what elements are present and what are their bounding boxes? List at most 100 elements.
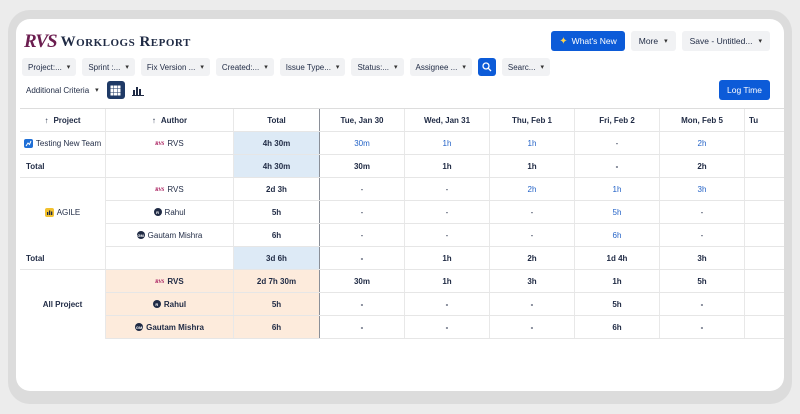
day-cell: - <box>490 224 575 246</box>
day-cell <box>745 155 775 177</box>
avatar: R <box>153 208 162 216</box>
day-cell: - <box>660 224 745 246</box>
day-cell[interactable]: 6h <box>575 224 660 246</box>
filter-fix-version[interactable]: Fix Version ... ▾ <box>140 58 210 76</box>
table-row-total: Total 4h 30m 30m 1h 1h - 2h <box>20 155 784 178</box>
filter-label: Status:... <box>357 62 390 72</box>
table-row: ʀᴠs RVS 2d 7h 30m 30m 1h 3h 1h 5h <box>20 270 784 293</box>
more-button[interactable]: More ▾ <box>630 31 676 51</box>
sort-arrow-icon: ↑ <box>44 115 49 125</box>
search-placeholder: Searc... <box>507 62 536 72</box>
day-cell <box>745 201 775 223</box>
column-header-project[interactable]: ↑ Project <box>20 109 106 131</box>
table-row: GM Gautam Mishra 6h - - - 6h - <box>20 224 784 247</box>
project-cell[interactable]: Testing New Team <box>20 132 106 154</box>
filter-project[interactable]: Project:... ▾ <box>22 58 77 76</box>
column-header-author[interactable]: ↑ Author <box>106 109 234 131</box>
day-cell[interactable]: 1h <box>575 178 660 200</box>
filter-assignee[interactable]: Assignee ... ▾ <box>409 58 472 76</box>
search-input[interactable]: Searc... ▾ <box>501 58 550 76</box>
column-header-total: Total <box>234 109 320 131</box>
save-label: Save - Untitled... <box>689 36 753 46</box>
chevron-down-icon: ▾ <box>125 64 129 71</box>
chevron-down-icon: ▾ <box>462 64 466 71</box>
rvs-logo-icon: ʀᴠs <box>155 185 165 193</box>
day-cell: - <box>320 247 405 269</box>
day-cell: 1h <box>405 155 490 177</box>
whats-new-button[interactable]: ✦ What's New <box>551 31 625 51</box>
rvs-logo-icon: ʀᴠs <box>155 139 165 147</box>
filter-issue-type[interactable]: Issue Type... ▾ <box>279 58 346 76</box>
chevron-down-icon: ▾ <box>664 38 668 45</box>
search-button[interactable] <box>477 58 496 76</box>
criteria-label: Additional Criteria <box>26 85 90 95</box>
day-cell: 1h <box>575 270 660 292</box>
author-cell <box>106 247 234 269</box>
day-cell: - <box>405 178 490 200</box>
day-cell[interactable]: 30m <box>320 132 405 154</box>
day-cell: - <box>660 316 745 338</box>
day-cell: - <box>660 293 745 315</box>
author-cell <box>106 155 234 177</box>
filter-status[interactable]: Status:... ▾ <box>351 58 404 76</box>
grid-view-button[interactable] <box>106 81 125 99</box>
table-header-row: ↑ Project ↑ Author Total Tue, Jan 30 Wed, … <box>20 109 784 132</box>
save-button[interactable]: Save - Untitled... ▾ <box>681 31 770 51</box>
total-cell: 2d 7h 30m <box>234 270 320 292</box>
filter-sprint[interactable]: Sprint :... ▾ <box>82 58 135 76</box>
author-name: RVS <box>167 184 184 194</box>
day-cell: 3h <box>660 247 745 269</box>
day-cell[interactable]: 5h <box>575 201 660 223</box>
column-header-day: Mon, Feb 5 <box>660 109 745 131</box>
day-cell: - <box>405 293 490 315</box>
column-header-day: Tu <box>749 115 759 125</box>
project-name: Testing New Team <box>35 138 102 148</box>
chevron-down-icon: ▾ <box>95 87 99 94</box>
filter-label: Created:... <box>221 62 260 72</box>
author-name: RVS <box>167 138 184 148</box>
filter-label: Issue Type... <box>285 62 331 72</box>
additional-criteria-dropdown[interactable]: Additional Criteria ▾ <box>22 82 103 99</box>
day-cell[interactable]: 1h <box>405 132 490 154</box>
total-cell: 3d 6h <box>234 247 320 269</box>
total-cell: 6h <box>234 316 320 338</box>
project-icon <box>23 138 33 148</box>
all-project-group: All Project ʀᴠs RVS 2d 7h 30m 30m 1h 3h 1… <box>20 270 784 339</box>
day-cell[interactable]: 3h <box>660 178 745 200</box>
search-icon <box>482 62 492 72</box>
sparkle-icon: ✦ <box>559 35 568 47</box>
author-cell: GM Gautam Mishra <box>106 224 234 246</box>
day-cell: 5h <box>660 270 745 292</box>
author-cell: R Rahul <box>106 201 234 223</box>
total-label: Total <box>20 155 106 177</box>
day-cell[interactable]: 2h <box>660 132 745 154</box>
chart-view-button[interactable] <box>129 81 147 99</box>
day-cell <box>745 132 775 154</box>
log-time-button[interactable]: Log Time <box>719 80 770 100</box>
bar-chart-icon <box>131 86 144 96</box>
header-label: Author <box>160 115 188 125</box>
total-label: Total <box>20 247 106 269</box>
total-cell: 5h <box>234 201 320 223</box>
app-header: RVS Worklogs Report <box>24 30 191 54</box>
filter-created[interactable]: Created:... ▾ <box>215 58 274 76</box>
project-icon <box>44 208 54 217</box>
author-cell: ʀᴠs RVS <box>106 132 234 154</box>
project-cell[interactable]: AGILE <box>20 178 106 247</box>
day-cell: - <box>490 316 575 338</box>
app-logo: RVS <box>24 31 58 52</box>
project-cell-all: All Project <box>20 270 106 339</box>
filter-bar: Project:... ▾ Sprint :... ▾ Fix Version ..… <box>22 58 550 76</box>
author-name: Rahul <box>163 299 187 309</box>
filter-label: Sprint :... <box>88 62 121 72</box>
column-header-day: Fri, Feb 2 <box>575 109 660 131</box>
day-cell: 1h <box>405 270 490 292</box>
day-cell: - <box>320 178 405 200</box>
table-row: Testing New Team ʀᴠs RVS 4h 30m 30m 1h 1h… <box>20 132 784 155</box>
total-cell: 6h <box>234 224 320 246</box>
day-cell[interactable]: 1h <box>490 132 575 154</box>
author-cell: ʀᴠs RVS <box>106 270 234 292</box>
page-title: Worklogs Report <box>60 33 191 50</box>
day-cell[interactable]: 2h <box>490 178 575 200</box>
filter-label: Assignee ... <box>415 62 458 72</box>
